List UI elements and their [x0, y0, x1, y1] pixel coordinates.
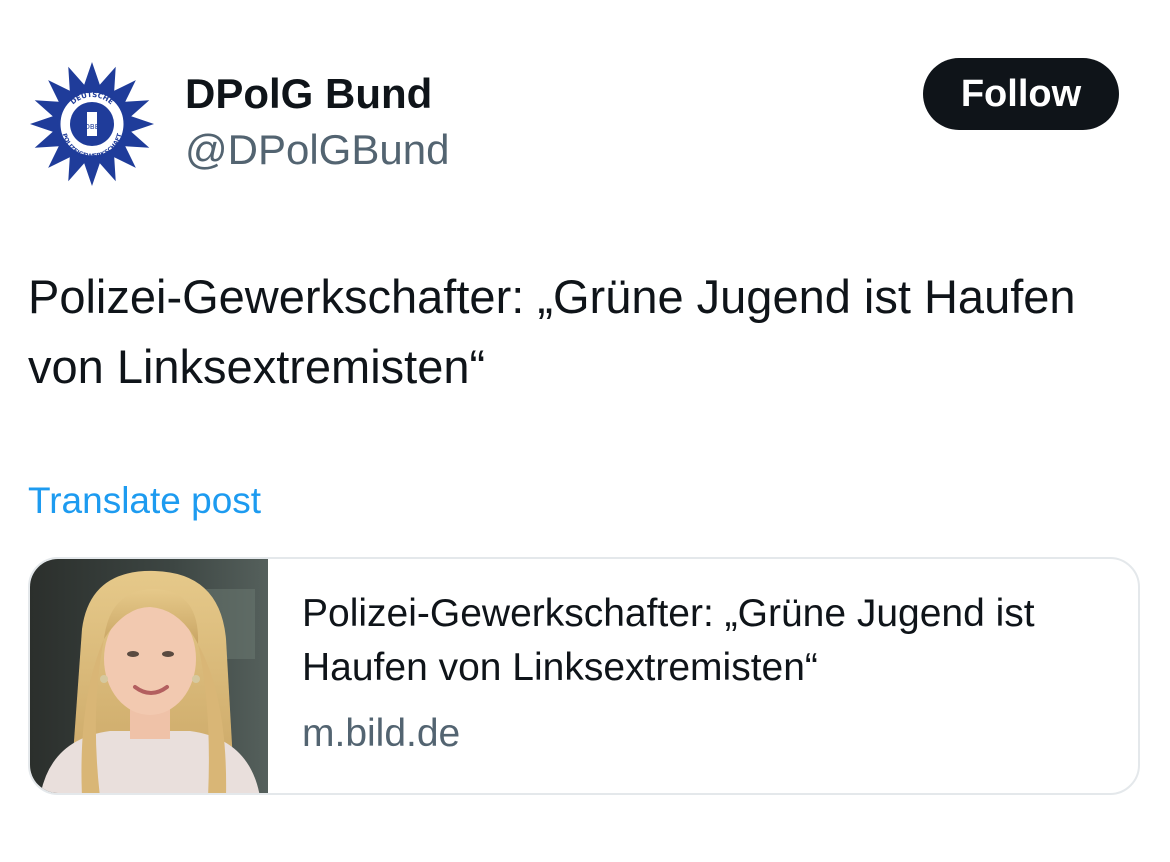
link-card-thumbnail[interactable]: [30, 559, 268, 793]
avatar-center-text: DBB: [85, 123, 100, 131]
portrait-photo-image: [30, 559, 268, 793]
author-handle[interactable]: @DPolGBund: [185, 124, 449, 176]
link-card-domain: m.bild.de: [302, 712, 461, 755]
link-preview-card[interactable]: Polizei-Gewerkschafter: „Grüne Jugend is…: [28, 557, 1140, 795]
follow-button[interactable]: Follow: [923, 58, 1119, 130]
police-union-star-badge-icon: DBB DEUTSCHE POLIZEIGEWERKSCHAFT: [30, 62, 154, 186]
translate-post-link[interactable]: Translate post: [28, 478, 261, 524]
author-display-name[interactable]: DPolG Bund: [185, 68, 432, 120]
link-card-title[interactable]: Polizei-Gewerkschafter: „Grüne Jugend is…: [302, 587, 1122, 695]
post-text: Polizei-Gewerkschafter: „Grüne Jugend is…: [28, 270, 1076, 393]
avatar[interactable]: DBB DEUTSCHE POLIZEIGEWERKSCHAFT: [24, 56, 160, 192]
